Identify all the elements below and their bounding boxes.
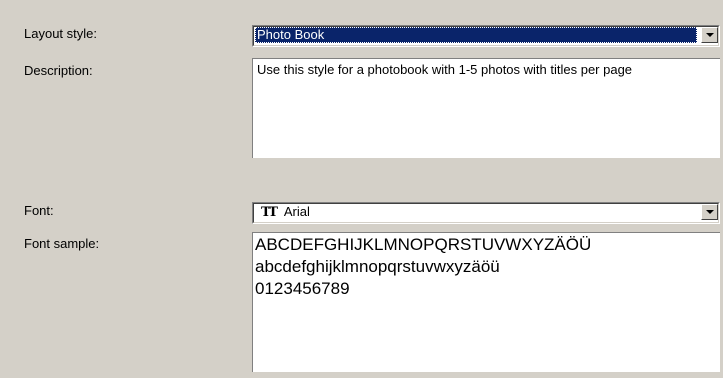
font-sample-line-lowercase: abcdefghijklmnopqrstuvwxyzäöü bbox=[255, 257, 500, 276]
font-sample-line-uppercase: ABCDEFGHIJKLMNOPQRSTUVWXYZÄÖÜ bbox=[255, 235, 592, 254]
font-value: Arial bbox=[283, 204, 310, 219]
description-box[interactable]: Use this style for a photobook with 1-5 … bbox=[252, 58, 720, 158]
description-text: Use this style for a photobook with 1-5 … bbox=[257, 62, 633, 77]
font-dropdown[interactable]: TT Arial bbox=[252, 202, 720, 224]
layout-style-dropdown-button[interactable] bbox=[701, 27, 718, 43]
description-label: Description: bbox=[24, 63, 93, 78]
layout-style-label: Layout style: bbox=[24, 26, 97, 41]
font-value-row[interactable]: TT Arial bbox=[255, 204, 697, 220]
font-label: Font: bbox=[24, 203, 54, 218]
truetype-font-icon: TT bbox=[261, 205, 278, 220]
layout-settings-panel: Layout style: Photo Book Description: Us… bbox=[0, 0, 723, 378]
font-sample-label: Font sample: bbox=[24, 236, 100, 251]
font-sample-line-digits: 0123456789 bbox=[255, 279, 350, 298]
font-sample-box: ABCDEFGHIJKLMNOPQRSTUVWXYZÄÖÜ abcdefghij… bbox=[252, 232, 720, 372]
layout-style-dropdown[interactable]: Photo Book bbox=[252, 25, 720, 47]
layout-style-value[interactable]: Photo Book bbox=[255, 27, 697, 43]
font-dropdown-button[interactable] bbox=[701, 204, 718, 220]
